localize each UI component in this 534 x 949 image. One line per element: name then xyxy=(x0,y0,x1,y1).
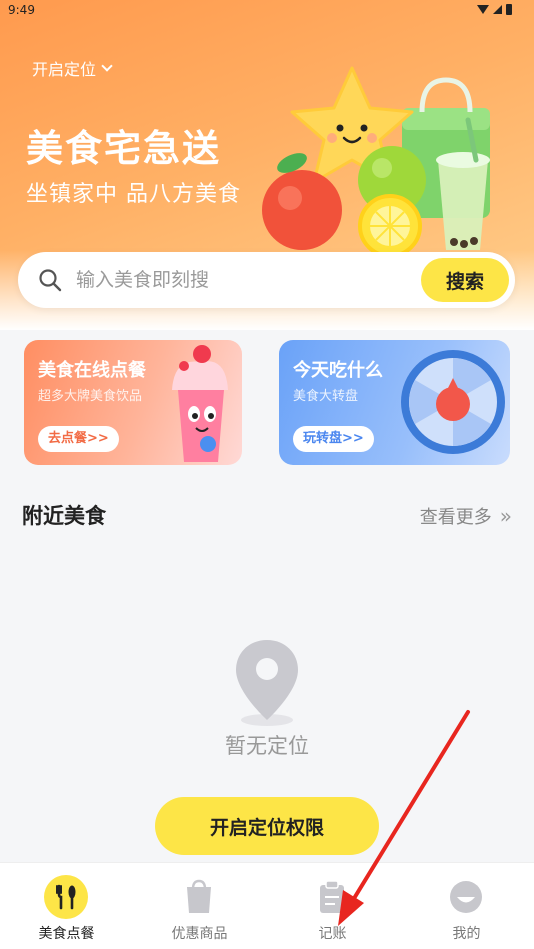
hero-title: 美食宅急送 xyxy=(26,127,221,170)
location-toggle[interactable]: 开启定位 xyxy=(32,56,113,80)
enable-location-permission-button[interactable]: 开启定位权限 xyxy=(155,797,379,855)
order-now-button[interactable]: 去点餐>> xyxy=(38,426,119,452)
battery-icon xyxy=(506,4,512,15)
tab-discount-goods[interactable]: 优惠商品 xyxy=(133,863,266,949)
tab-label: 优惠商品 xyxy=(171,926,228,942)
promo-subtitle: 超多大牌美食饮品 xyxy=(38,389,143,404)
tab-food-order[interactable]: 美食点餐 xyxy=(0,863,133,949)
location-pin-icon xyxy=(236,640,298,726)
smiley-icon xyxy=(450,881,482,913)
shopping-bag-icon xyxy=(187,879,211,913)
search-input[interactable] xyxy=(76,252,406,308)
see-more-label: 查看更多 xyxy=(419,507,492,528)
tab-label: 美食点餐 xyxy=(38,926,95,942)
promo-card-online-order[interactable]: 美食在线点餐 超多大牌美食饮品 去点餐>> xyxy=(24,340,242,465)
promo-subtitle: 美食大转盘 xyxy=(293,389,359,404)
play-wheel-button[interactable]: 玩转盘>> xyxy=(293,426,374,452)
spinning-wheel-icon xyxy=(401,350,505,454)
chevron-down-icon xyxy=(101,60,113,72)
search-icon xyxy=(39,269,62,292)
promo-title: 今天吃什么 xyxy=(293,360,383,381)
status-bar: 9:49 xyxy=(0,0,534,22)
lemon-slice-illustration xyxy=(358,194,422,256)
status-time: 9:49 xyxy=(8,3,35,17)
hero-subtitle: 坐镇家中 品八方美食 xyxy=(26,182,241,207)
empty-state-text: 暂无定位 xyxy=(225,734,309,758)
tab-label: 我的 xyxy=(452,926,481,942)
see-more-link[interactable]: 查看更多 » xyxy=(420,503,512,529)
tab-label: 记账 xyxy=(318,926,347,942)
search-bar: 搜索 xyxy=(18,252,515,308)
tab-mine[interactable]: 我的 xyxy=(400,863,533,949)
search-button[interactable]: 搜索 xyxy=(421,258,509,302)
status-icons xyxy=(477,4,512,15)
hero-illustration xyxy=(262,66,490,256)
tab-bookkeeping[interactable]: 记账 xyxy=(266,863,399,949)
wifi-icon xyxy=(477,5,489,14)
promo-title: 美食在线点餐 xyxy=(38,360,146,381)
signal-icon xyxy=(493,5,502,14)
double-chevron-right-icon: » xyxy=(499,504,512,528)
promo-card-food-wheel[interactable]: 今天吃什么 美食大转盘 玩转盘>> xyxy=(279,340,510,465)
fork-knife-icon xyxy=(44,875,88,919)
frappe-cup-mascot-icon xyxy=(172,345,228,462)
clipboard-icon xyxy=(320,880,344,913)
location-toggle-label: 开启定位 xyxy=(32,60,97,79)
bottom-tab-bar: 美食点餐 优惠商品 记账 我的 xyxy=(0,862,534,949)
nearby-food-title: 附近美食 xyxy=(22,504,106,528)
